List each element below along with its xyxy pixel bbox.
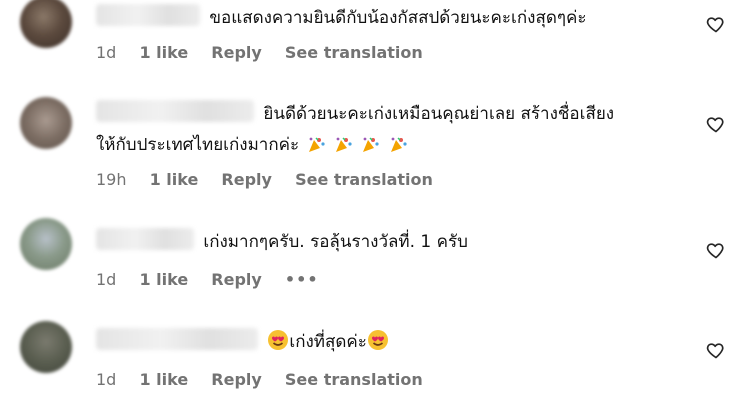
username[interactable] <box>96 100 254 122</box>
comment-body: ขอแสดงความยินดีกับน้องกัสสปด้วยนะคะเก่งส… <box>96 3 661 34</box>
party-popper-emoji <box>387 134 409 165</box>
reply-button[interactable]: Reply <box>211 43 262 62</box>
avatar[interactable] <box>20 218 72 270</box>
username[interactable] <box>96 228 194 250</box>
reply-button[interactable]: Reply <box>211 370 262 389</box>
reply-button[interactable]: Reply <box>221 170 272 189</box>
username[interactable] <box>96 4 200 26</box>
timestamp: 19h <box>96 170 127 189</box>
like-count[interactable]: 1 like <box>150 170 199 189</box>
more-options-button[interactable]: ••• <box>285 270 319 289</box>
party-popper-emoji <box>332 134 354 165</box>
timestamp: 1d <box>96 370 117 389</box>
avatar[interactable] <box>20 321 72 373</box>
like-count[interactable]: 1 like <box>139 270 188 289</box>
comment-text-line-1: ยินดีด้วยนะคะเก่งเหมือนคุณย่าเลย สร้างชื… <box>263 104 615 124</box>
heart-eyes-emoji <box>267 329 289 362</box>
see-translation-button[interactable]: See translation <box>285 370 423 389</box>
comment-body: เก่งที่สุดค่ะ <box>96 327 661 362</box>
comment-text: ขอแสดงความยินดีกับน้องกัสสปด้วยนะคะเก่งส… <box>209 8 587 28</box>
comment-body: เก่งมากๆครับ. รอลุ้นรางวัลที่. 1 ครับ <box>96 227 661 258</box>
comment-meta: 19h 1 like Reply See translation <box>96 170 451 189</box>
comment-meta: 1d 1 like Reply See translation <box>96 370 441 389</box>
see-translation-button[interactable]: See translation <box>295 170 433 189</box>
comment-text: เก่งมากๆครับ. รอลุ้นรางวัลที่. 1 ครับ <box>203 232 468 252</box>
avatar[interactable] <box>20 97 72 149</box>
heart-icon[interactable] <box>706 340 726 360</box>
timestamp: 1d <box>96 43 117 62</box>
heart-icon[interactable] <box>706 114 726 134</box>
comment-body: ยินดีด้วยนะคะเก่งเหมือนคุณย่าเลย สร้างชื… <box>96 99 661 165</box>
reply-button[interactable]: Reply <box>211 270 262 289</box>
comment-text: เก่งที่สุดค่ะ <box>289 332 367 352</box>
heart-eyes-emoji <box>367 329 389 362</box>
party-popper-emoji <box>305 134 327 165</box>
see-translation-button[interactable]: See translation <box>285 43 423 62</box>
comment-meta: 1d 1 like Reply ••• <box>96 270 337 289</box>
party-popper-emoji <box>359 134 381 165</box>
username[interactable] <box>96 328 258 350</box>
comment-meta: 1d 1 like Reply See translation <box>96 43 441 62</box>
like-count[interactable]: 1 like <box>139 370 188 389</box>
like-count[interactable]: 1 like <box>139 43 188 62</box>
comment-text-line-2: ให้กับประเทศไทยเก่งมากค่ะ <box>96 135 300 155</box>
avatar[interactable] <box>20 0 72 48</box>
heart-icon[interactable] <box>706 14 726 34</box>
heart-icon[interactable] <box>706 240 726 260</box>
timestamp: 1d <box>96 270 117 289</box>
